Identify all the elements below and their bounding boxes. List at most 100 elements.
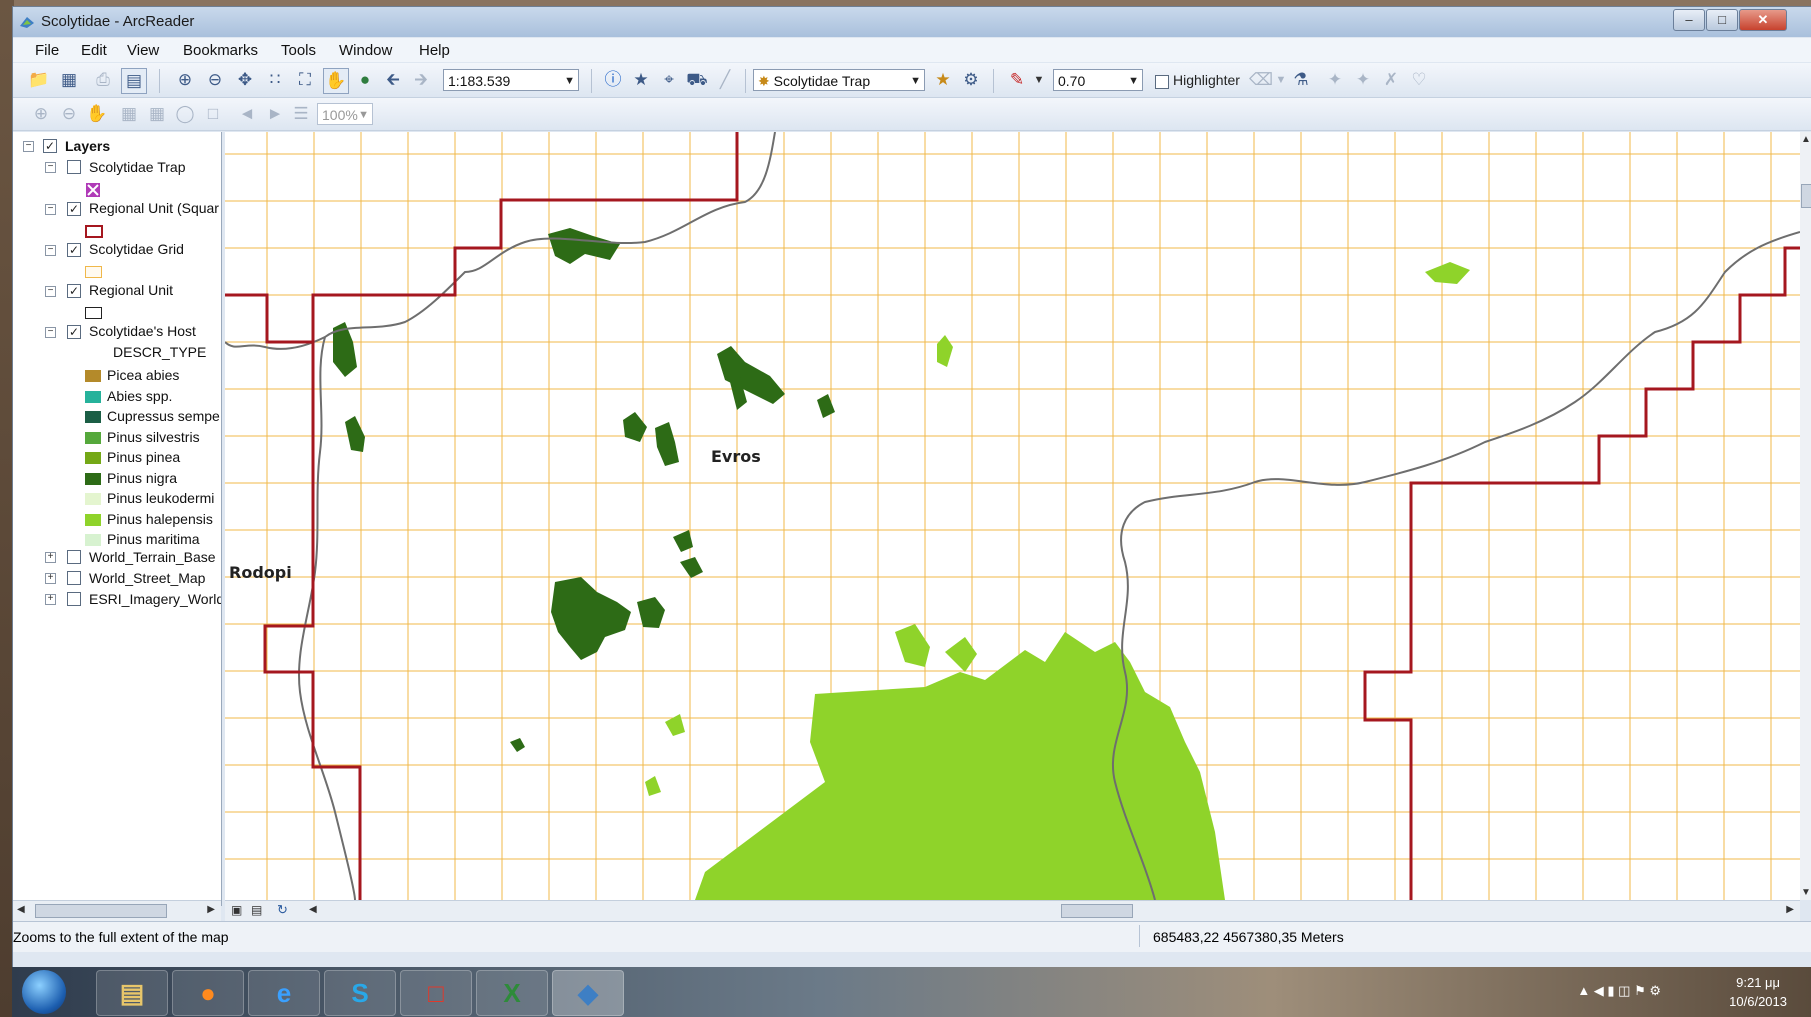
scroll-right-icon[interactable]: ▶ [1786, 904, 1794, 915]
back-page-icon[interactable]: ◄ [235, 102, 259, 126]
layout-zoom-combo[interactable]: 100% ▼ [317, 103, 373, 125]
menu-help[interactable]: Help [419, 42, 450, 59]
map-display[interactable]: Evros Rodopi [225, 132, 1800, 900]
toggle-draft-icon[interactable]: ☰ [289, 102, 313, 126]
hand-tool-icon[interactable]: ✋ [323, 68, 349, 94]
layer-checkbox[interactable] [67, 571, 81, 585]
toc-root-label[interactable]: Layers [65, 138, 110, 158]
scroll-thumb[interactable] [1061, 904, 1133, 918]
go-to-xy-icon[interactable]: ⌖ [657, 68, 681, 92]
transparency-combo[interactable]: 0.70 ▼ [1053, 69, 1143, 91]
close-button[interactable]: ✕ [1739, 9, 1787, 31]
layers-checkbox[interactable]: ✓ [43, 139, 57, 153]
menu-view[interactable]: View [127, 42, 159, 59]
toc-horizontal-scrollbar[interactable]: ◀ ▶ [13, 900, 221, 921]
layer-checkbox[interactable] [67, 592, 81, 606]
globe-icon[interactable]: ● [353, 68, 377, 92]
layout-zoom-in-icon[interactable]: ⊕ [29, 102, 53, 126]
zoom-in-icon[interactable]: ⊕ [173, 68, 197, 92]
layer-checkbox[interactable]: ✓ [67, 325, 81, 339]
layer-checkbox[interactable]: ✓ [67, 243, 81, 257]
flicker-layer-icon[interactable]: ⚙ [959, 68, 983, 92]
maximize-button[interactable]: □ [1706, 9, 1738, 31]
toc-layer-regional-unit-square[interactable]: Regional Unit (Squar [89, 200, 219, 220]
internet-explorer-icon[interactable]: e [248, 970, 320, 1016]
layout-pan-icon[interactable]: ✋ [85, 102, 109, 126]
zoom-whole-page-icon[interactable]: ▦ [117, 102, 141, 126]
collapse-icon[interactable]: − [45, 327, 56, 338]
collapse-icon[interactable]: − [45, 162, 56, 173]
arcreader-icon[interactable]: ◆ [552, 970, 624, 1016]
page-icon[interactable]: □ [201, 102, 225, 126]
active-layer-combo[interactable]: ✸ Scolytidae Trap ▼ [753, 69, 925, 91]
refresh-icon[interactable]: ↻ [277, 902, 288, 918]
layer-checkbox[interactable] [67, 160, 81, 174]
fixed-zoom-icon[interactable]: ◯ [173, 102, 197, 126]
collapse-icon[interactable]: − [45, 286, 56, 297]
forward-page-icon[interactable]: ► [263, 102, 287, 126]
layer-checkbox[interactable]: ✓ [67, 202, 81, 216]
expand-icon[interactable]: + [45, 552, 56, 563]
markup-tool-icon[interactable]: ⚗ [1289, 68, 1313, 92]
clear-graphics-icon[interactable]: ♡ [1407, 68, 1431, 92]
start-orb-icon[interactable] [22, 970, 66, 1014]
scroll-right-icon[interactable]: ▶ [207, 904, 215, 915]
toc-layer-scolytidae-trap[interactable]: Scolytidae Trap [89, 159, 186, 179]
skype-icon[interactable]: S [324, 970, 396, 1016]
layout-view-icon[interactable]: ▤ [121, 68, 147, 94]
pan-icon[interactable]: ✥ [233, 68, 257, 92]
chevron-down-icon[interactable]: ▼ [1027, 68, 1051, 92]
forward-extent-icon[interactable]: 🡲 [409, 68, 433, 92]
layout-view-icon[interactable]: ▤ [251, 903, 262, 917]
map-vertical-scrollbar[interactable]: ▲ ▼ [1800, 132, 1811, 900]
toc-layer-regional-unit[interactable]: Regional Unit [89, 282, 173, 302]
toc-layer-scolytidae-grid[interactable]: Scolytidae Grid [89, 241, 184, 261]
toc-layer-scolytidae-host[interactable]: Scolytidae's Host [89, 323, 196, 343]
layer-checkbox[interactable]: ✓ [67, 284, 81, 298]
data-view-icon[interactable]: ▣ [231, 903, 242, 917]
collapse-icon[interactable]: − [23, 141, 34, 152]
measure-icon[interactable]: ⛟ [685, 68, 709, 92]
add-line-icon[interactable]: ✦ [1351, 68, 1375, 92]
collapse-icon[interactable]: − [45, 245, 56, 256]
collapse-icon[interactable]: − [45, 204, 56, 215]
toc-layer-esri-imagery-world[interactable]: ESRI_Imagery_World_ [89, 591, 221, 611]
layout-zoom-out-icon[interactable]: ⊖ [57, 102, 81, 126]
expand-icon[interactable]: + [45, 573, 56, 584]
menu-file[interactable]: File [35, 42, 59, 59]
map-horizontal-scrollbar[interactable]: ▣ ▤ ↻ ◀ ▶ [225, 900, 1800, 921]
menu-window[interactable]: Window [339, 42, 392, 59]
thumbnails-icon[interactable]: ▦ [57, 68, 81, 92]
swipe-layer-icon[interactable]: ★ [931, 68, 955, 92]
pen-color-icon[interactable]: ✎ [1005, 68, 1029, 92]
open-folder-icon[interactable]: 📁 [27, 68, 51, 92]
excel-icon[interactable]: X [476, 970, 548, 1016]
find-icon[interactable]: ★ [629, 68, 653, 92]
menu-edit[interactable]: Edit [81, 42, 107, 59]
add-point-icon[interactable]: ✦ [1323, 68, 1347, 92]
map-scale-combo[interactable]: 1:183.539 ▼ [443, 69, 579, 91]
hyperlink-icon[interactable]: ╱ [713, 68, 737, 92]
identify-icon[interactable]: ⓘ [601, 68, 625, 92]
zoom-out-icon[interactable]: ⊖ [203, 68, 227, 92]
scroll-thumb[interactable] [35, 904, 167, 918]
firefox-icon[interactable]: ● [172, 970, 244, 1016]
scroll-left-icon[interactable]: ◀ [17, 904, 25, 915]
explorer-icon[interactable]: ▤ [96, 970, 168, 1016]
full-extent-icon[interactable]: ⛶ [293, 68, 317, 92]
map-canvas[interactable]: Evros Rodopi [225, 132, 1800, 900]
taskbar-clock[interactable]: 9:21 μμ 10/6/2013 [1729, 973, 1787, 1011]
print-icon[interactable]: ⎙ [91, 68, 115, 92]
scroll-up-icon[interactable]: ▲ [1801, 134, 1811, 145]
toc-layer-world-street-map[interactable]: World_Street_Map [89, 570, 205, 590]
menu-bookmarks[interactable]: Bookmarks [183, 42, 258, 59]
expand-icon[interactable]: + [45, 594, 56, 605]
back-extent-icon[interactable]: 🡰 [381, 68, 405, 92]
acrobat-icon[interactable]: □ [400, 970, 472, 1016]
layer-checkbox[interactable] [67, 550, 81, 564]
toc-layer-world-terrain-base[interactable]: World_Terrain_Base [89, 549, 216, 569]
menu-tools[interactable]: Tools [281, 42, 316, 59]
minimize-button[interactable]: – [1673, 9, 1705, 31]
scroll-left-icon[interactable]: ◀ [309, 904, 317, 915]
scroll-thumb[interactable] [1801, 184, 1811, 208]
